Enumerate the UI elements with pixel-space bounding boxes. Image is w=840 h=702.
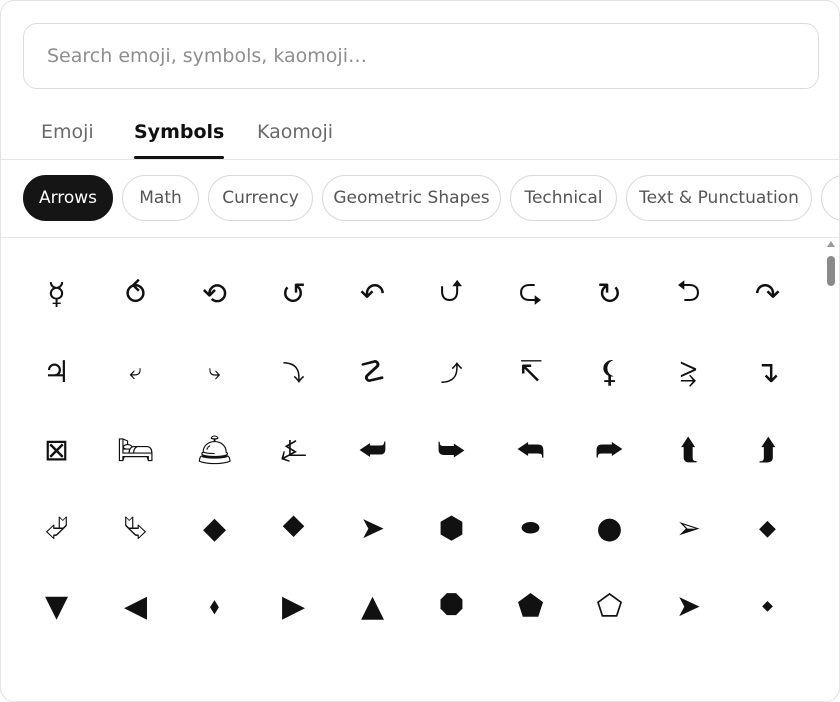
symbol-cell[interactable]: ⤶ (96, 333, 175, 411)
symbol-cell[interactable]: 🛏 (96, 411, 175, 489)
category-chip-technical[interactable]: Technical (510, 175, 617, 221)
symbol-cell[interactable]: ● (570, 489, 649, 567)
symbol-cell[interactable]: ⮭ (728, 411, 807, 489)
symbol-picker-panel: Emoji Symbols Kaomoji Arrows Math Curren… (0, 0, 840, 702)
symbol-cell[interactable]: ⚸ (570, 333, 649, 411)
symbol-cell[interactable]: ↴ (728, 333, 807, 411)
symbol-cell[interactable]: ⮩ (412, 411, 491, 489)
symbol-cell[interactable]: ⮍ (412, 255, 491, 333)
symbol-cell[interactable]: ⟲ (175, 255, 254, 333)
symbol-cell[interactable]: ☡ (333, 333, 412, 411)
category-chip-overflow[interactable] (821, 175, 839, 221)
symbol-cell[interactable]: ➢ (649, 489, 728, 567)
symbol-cell[interactable]: ⮌ (649, 255, 728, 333)
symbol-cell[interactable]: ◆ (728, 567, 807, 645)
symbol-cell[interactable]: ↶ (333, 255, 412, 333)
symbol-cell[interactable]: ⮫ (570, 411, 649, 489)
symbol-cell[interactable]: ⮎ (491, 255, 570, 333)
symbol-cell[interactable]: ▶ (254, 567, 333, 645)
symbol-cell[interactable]: ▼ (17, 567, 96, 645)
category-chip-arrows[interactable]: Arrows (23, 175, 113, 221)
symbol-cell[interactable]: ⮰ (17, 489, 96, 567)
symbol-cell[interactable]: ↸ (491, 333, 570, 411)
search-input[interactable] (45, 44, 789, 68)
symbol-cell[interactable]: ↺ (254, 255, 333, 333)
symbol-cell[interactable]: ☿ (17, 255, 96, 333)
tab-kaomoji[interactable]: Kaomoji (257, 121, 333, 158)
symbol-cell[interactable]: ⤴ (412, 333, 491, 411)
symbol-cell[interactable]: ◀ (96, 567, 175, 645)
symbol-cell[interactable]: ◆ (728, 489, 807, 567)
symbol-cell[interactable]: ⍼ (254, 411, 333, 489)
category-chip-currency[interactable]: Currency (208, 175, 313, 221)
symbol-cell[interactable]: 🛎 (175, 411, 254, 489)
symbol-cell[interactable]: ⥸ (649, 333, 728, 411)
symbol-cell[interactable]: ⬬ (491, 489, 570, 567)
symbol-cell[interactable]: ⯁ (254, 489, 333, 567)
symbol-cell[interactable]: ⯃ (412, 567, 491, 645)
symbol-cell[interactable]: ⬢ (412, 489, 491, 567)
symbol-cell[interactable]: ⊠ (17, 411, 96, 489)
category-chip-text-punctuation[interactable]: Text & Punctuation (626, 175, 812, 221)
symbol-cell[interactable]: ⮪ (491, 411, 570, 489)
symbol-cell[interactable]: ↻ (570, 255, 649, 333)
category-chip-bar: Arrows Math Currency Geometric Shapes Te… (1, 159, 839, 238)
symbol-cell[interactable]: ⮨ (333, 411, 412, 489)
symbol-cell[interactable]: ➤ (333, 489, 412, 567)
tab-bar: Emoji Symbols Kaomoji (1, 109, 839, 160)
symbol-cell[interactable]: ▲ (333, 567, 412, 645)
tab-symbols[interactable]: Symbols (134, 121, 225, 159)
symbol-cell[interactable]: ◆ (175, 489, 254, 567)
scrollbar-thumb[interactable] (827, 256, 835, 286)
symbol-cell[interactable]: ⬟ (491, 567, 570, 645)
category-chip-geometric-shapes[interactable]: Geometric Shapes (322, 175, 501, 221)
scroll-up-arrow[interactable] (827, 241, 835, 247)
symbol-cell[interactable]: ➤ (649, 567, 728, 645)
symbol-cell[interactable]: ⤵ (254, 333, 333, 411)
symbol-cell[interactable]: ↷ (728, 255, 807, 333)
symbol-cell[interactable]: ⬠ (570, 567, 649, 645)
symbol-cell[interactable]: ⮬ (649, 411, 728, 489)
tab-emoji[interactable]: Emoji (41, 121, 94, 158)
symbol-cell[interactable]: ⥀ (96, 255, 175, 333)
symbol-cell[interactable]: ⮱ (96, 489, 175, 567)
symbol-cell[interactable]: ⤷ (175, 333, 254, 411)
symbol-cell[interactable]: ♃ (17, 333, 96, 411)
search-box[interactable] (23, 23, 819, 89)
category-chip-math[interactable]: Math (122, 175, 199, 221)
symbol-cell[interactable]: ⬧ (175, 567, 254, 645)
